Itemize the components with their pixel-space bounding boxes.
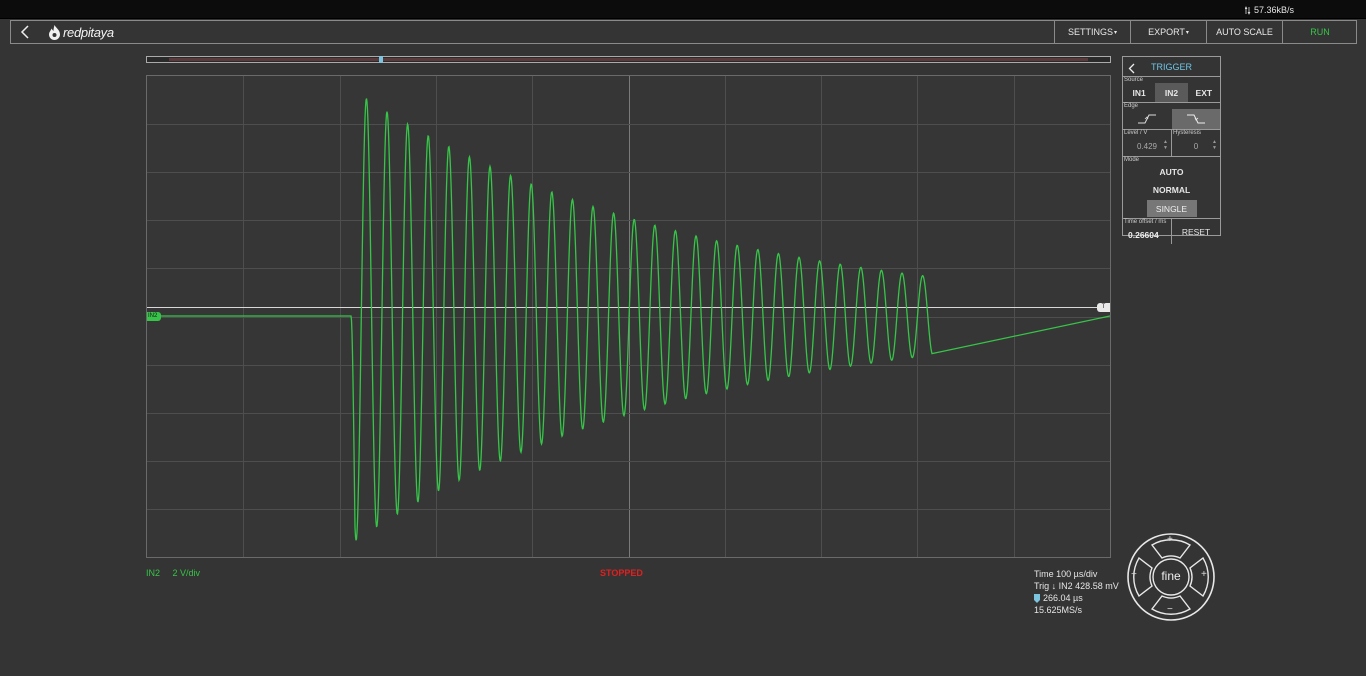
trigger-info: Trig ↓ IN2 428.58 mV (1034, 581, 1119, 591)
level-hysteresis-row: Level / V 0.429 ▲ ▼ Hysteresis 0 ▲ ▼ (1123, 130, 1220, 157)
auto-scale-button[interactable]: AUTO SCALE (1206, 21, 1282, 43)
back-button[interactable] (11, 21, 39, 43)
trigger-panel-title: TRIGGER (1150, 61, 1192, 72)
channel-offset-tag[interactable]: IN2 (147, 312, 161, 321)
joystick-up-label: + (1167, 534, 1173, 545)
level-value: 0.429 (1136, 141, 1158, 151)
caret-down-icon: ▾ (1185, 29, 1189, 36)
time-offset-row: Time offset / ms 0.26604 RESET (1123, 218, 1220, 244)
edge-falling-button[interactable] (1171, 109, 1220, 129)
oscilloscope-plot[interactable]: IN2 T (146, 75, 1111, 558)
settings-label: SETTINGS (1067, 27, 1113, 37)
joystick-down-label: − (1167, 604, 1173, 615)
chevron-left-icon (1128, 63, 1135, 74)
buffer-position-slider[interactable] (146, 56, 1111, 63)
brand-name: redpitaya (63, 25, 114, 40)
time-offset-info: 266.04 µs (1034, 592, 1119, 604)
settings-menu[interactable]: SETTINGS ▾ (1054, 21, 1130, 43)
trigger-panel: TRIGGER Source IN1 IN2 EXT Edge Level / … (1122, 56, 1221, 244)
mode-auto-label: AUTO (1159, 167, 1184, 177)
buffer-window (169, 58, 1088, 61)
falling-edge-icon (1186, 114, 1205, 124)
data-rate-value: 57.36kB/s (1253, 5, 1294, 15)
source-in1-label: IN1 (1132, 87, 1146, 98)
channel-offset-tag-label: IN2 (148, 313, 158, 319)
mode-auto[interactable]: AUTO (1123, 163, 1220, 181)
reset-label: RESET (1181, 226, 1211, 237)
sample-rate: 15.625MS/s (1034, 605, 1083, 615)
hysteresis-input[interactable]: 0 ▲ ▼ (1172, 136, 1220, 156)
hysteresis-value: 0 (1193, 141, 1199, 151)
data-rate: 57.36kB/s (1244, 5, 1294, 15)
source-ext-label: EXT (1195, 87, 1213, 98)
reset-button[interactable]: RESET (1172, 219, 1220, 244)
source-selector: IN1 IN2 EXT (1123, 83, 1220, 103)
top-navbar: redpitaya SETTINGS ▾ EXPORT ▾ AUTO SCALE R… (10, 20, 1357, 44)
acquisition-info: Time 100 µs/div Trig ↓ IN2 428.58 mV 266… (1034, 568, 1119, 616)
joystick-left-label: − (1131, 569, 1137, 580)
edge-selector (1123, 109, 1220, 130)
acquisition-state: STOPPED (600, 568, 643, 578)
brand-logo: redpitaya (48, 24, 114, 41)
channel-name: IN2 (146, 568, 161, 578)
time-offset-field[interactable]: 0.26604 (1123, 225, 1171, 240)
run-label: RUN (1310, 27, 1330, 37)
waveform-canvas (147, 76, 1110, 557)
fine-tune-joystick: fine + − − + (1126, 532, 1216, 622)
level-input[interactable]: 0.429 ▲ ▼ (1123, 136, 1171, 156)
source-in2[interactable]: IN2 (1155, 83, 1188, 102)
caret-down-icon: ▾ (1114, 29, 1118, 36)
run-button[interactable]: RUN (1282, 21, 1357, 43)
buffer-thumb[interactable] (379, 56, 383, 63)
status-strip: 57.36kB/s (0, 0, 1366, 19)
time-offset-value: 266.04 µs (1043, 593, 1083, 603)
mode-normal[interactable]: NORMAL (1123, 181, 1220, 199)
time-offset-label: Time offset / ms (1124, 219, 1167, 225)
channel-scale: 2 V/div (172, 568, 201, 578)
in2-waveform (147, 98, 1110, 541)
mode-single[interactable]: SINGLE (1146, 200, 1197, 217)
trigger-level-tag-label: T (1101, 304, 1106, 310)
rising-edge-icon (1138, 114, 1157, 124)
trigger-back-button[interactable] (1128, 61, 1135, 79)
trigger-panel-header: TRIGGER (1123, 57, 1220, 77)
time-scale: Time 100 µs/div (1034, 569, 1098, 579)
channel-info: IN2 2 V/div (146, 568, 200, 578)
flame-logo-icon (49, 25, 60, 40)
mode-single-label: SINGLE (1155, 203, 1188, 214)
export-label: EXPORT (1148, 27, 1185, 37)
source-in2-label: IN2 (1164, 87, 1179, 98)
trigger-marker-icon (1034, 593, 1040, 603)
spinner-icon[interactable]: ▲ ▼ (1212, 139, 1217, 151)
joystick-right-label: + (1201, 569, 1207, 580)
trigger-level-tag[interactable]: T (1097, 303, 1110, 312)
mode-normal-label: NORMAL (1152, 185, 1191, 195)
chevron-left-icon (20, 25, 29, 39)
source-in1[interactable]: IN1 (1123, 83, 1155, 102)
source-ext[interactable]: EXT (1188, 83, 1220, 102)
spinner-icon[interactable]: ▲ ▼ (1163, 139, 1168, 151)
edge-rising-button[interactable] (1123, 109, 1172, 129)
export-menu[interactable]: EXPORT ▾ (1130, 21, 1206, 43)
auto-scale-label: AUTO SCALE (1216, 27, 1273, 37)
network-icon (1244, 6, 1251, 15)
